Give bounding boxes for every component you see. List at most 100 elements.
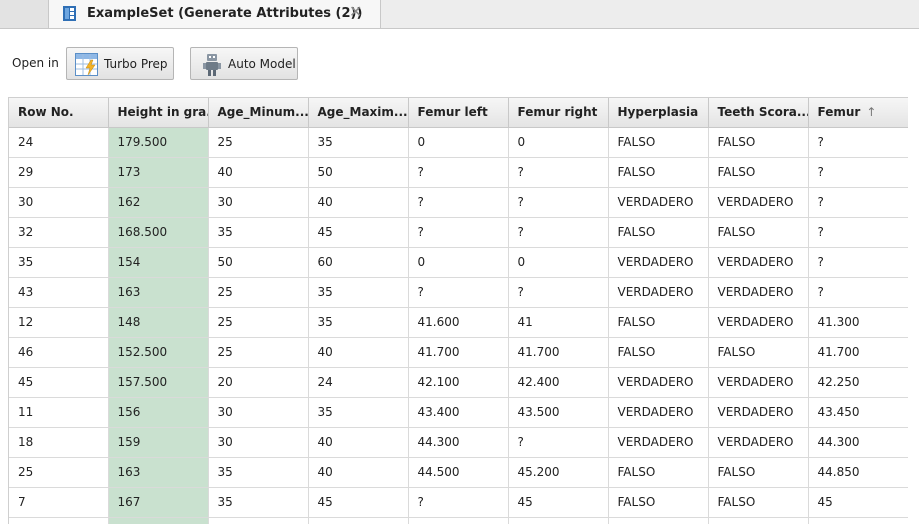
table-cell[interactable]: VERDADERO xyxy=(708,277,809,308)
table-cell[interactable]: 167 xyxy=(108,487,209,518)
table-cell[interactable]: 154 xyxy=(108,247,209,278)
table-cell[interactable]: 60 xyxy=(308,247,409,278)
table-cell[interactable]: 0 xyxy=(508,127,609,158)
column-header-femur-left[interactable]: Femur left xyxy=(408,98,509,128)
table-cell[interactable]: FALSO xyxy=(608,127,709,158)
table-cell[interactable]: 40 xyxy=(208,157,309,188)
table-cell[interactable]: 44.850 xyxy=(808,457,908,488)
table-cell[interactable]: 179.500 xyxy=(108,127,209,158)
table-cell[interactable]: VERDADERO xyxy=(708,397,809,428)
table-cell[interactable]: 0 xyxy=(408,127,509,158)
table-cell[interactable]: 18 xyxy=(9,427,109,458)
table-cell[interactable]: VERDADERO xyxy=(608,367,709,398)
table-cell[interactable]: ? xyxy=(808,157,908,188)
table-cell[interactable]: ? xyxy=(408,157,509,188)
table-cell[interactable]: VERDADERO xyxy=(708,427,809,458)
table-cell[interactable]: 159 xyxy=(108,427,209,458)
table-cell[interactable]: 30 xyxy=(208,427,309,458)
table-cell[interactable]: FALSO xyxy=(708,157,809,188)
table-cell[interactable]: 25 xyxy=(208,337,309,368)
table-row[interactable]: 46 152.500 25 40 41.700 41.700 FALSO FALSO 41.70… xyxy=(9,337,908,368)
table-cell[interactable]: 45 xyxy=(308,487,409,518)
table-cell[interactable]: VERDADERO xyxy=(708,367,809,398)
table-row[interactable]: 45 157.500 20 24 42.100 42.400 VERDADERO VERDAD… xyxy=(9,367,908,398)
table-cell[interactable]: 152.500 xyxy=(108,337,209,368)
table-cell[interactable]: 148 xyxy=(108,307,209,338)
table-cell[interactable]: 30 xyxy=(9,187,109,218)
table-cell[interactable]: VERDADERO xyxy=(608,277,709,308)
table-cell[interactable]: 35 xyxy=(308,127,409,158)
table-cell[interactable]: FALSO xyxy=(608,337,709,368)
table-row[interactable]: 43 163 25 35?? VERDADERO VERDADERO? xyxy=(9,277,908,308)
table-cell[interactable]: 35 xyxy=(9,247,109,278)
table-cell[interactable]: 35 xyxy=(208,457,309,488)
table-cell[interactable]: 40 xyxy=(308,427,409,458)
table-cell[interactable]: 41.700 xyxy=(808,337,908,368)
table-cell[interactable]: 41.700 xyxy=(408,337,509,368)
close-icon[interactable]: ✕ xyxy=(349,4,362,20)
table-row[interactable]: 12 148 25 35 41.600 41 FALSO VERDADERO 41.300 xyxy=(9,307,908,338)
table-row[interactable]: 11 156 30 35 43.400 43.500 VERDADERO VERDADERO 4… xyxy=(9,397,908,428)
table-cell[interactable]: 35 xyxy=(308,397,409,428)
table-cell[interactable]: 42.250 xyxy=(808,367,908,398)
table-cell[interactable]: 45.200 xyxy=(508,457,609,488)
table-row[interactable]: 32 168.500 35 45?? FALSO FALSO? xyxy=(9,217,908,248)
table-cell[interactable]: 41.300 xyxy=(808,307,908,338)
table-cell[interactable]: 42.400 xyxy=(508,367,609,398)
table-cell[interactable]: ? xyxy=(508,217,609,248)
table-cell[interactable]: 44.300 xyxy=(408,427,509,458)
table-cell[interactable]: 163 xyxy=(108,457,209,488)
tab-exampleset[interactable]: ExampleSet (Generate Attributes (2)) ✕ xyxy=(48,0,381,28)
table-cell[interactable]: FALSO xyxy=(608,457,709,488)
table-cell[interactable]: 35 xyxy=(208,217,309,248)
table-cell[interactable]: VERDADERO xyxy=(608,427,709,458)
table-cell[interactable]: FALSO xyxy=(708,127,809,158)
table-cell[interactable]: FALSO xyxy=(608,217,709,248)
table-cell[interactable]: FALSO xyxy=(608,157,709,188)
table-cell[interactable]: 11 xyxy=(9,397,109,428)
table-cell[interactable]: FALSO xyxy=(708,457,809,488)
table-cell[interactable]: ? xyxy=(508,427,609,458)
table-row[interactable]: 35 154 50 60 0 0 VERDADERO VERDADERO? xyxy=(9,247,908,278)
table-cell[interactable]: FALSO xyxy=(608,307,709,338)
table-cell[interactable]: VERDADERO xyxy=(608,397,709,428)
table-cell[interactable]: ? xyxy=(808,247,908,278)
sort-ascending-icon[interactable]: ↑ xyxy=(866,105,876,119)
table-cell[interactable]: ? xyxy=(808,277,908,308)
column-header-hyperplasia[interactable]: Hyperplasia xyxy=(608,98,709,128)
table-cell[interactable]: VERDADERO xyxy=(708,247,809,278)
auto-model-button[interactable]: Auto Model xyxy=(190,47,298,80)
table-cell[interactable]: 168.500 xyxy=(108,217,209,248)
column-header-femur[interactable]: Femur ↑ xyxy=(808,98,908,128)
table-cell[interactable]: 50 xyxy=(308,157,409,188)
table-cell[interactable]: 41.600 xyxy=(408,307,509,338)
table-cell[interactable]: 173 xyxy=(108,157,209,188)
turbo-prep-button[interactable]: Turbo Prep xyxy=(66,47,174,80)
table-cell[interactable]: 29 xyxy=(9,157,109,188)
table-cell[interactable]: ? xyxy=(408,277,509,308)
table-cell[interactable]: 0 xyxy=(408,247,509,278)
table-cell[interactable]: 35 xyxy=(308,307,409,338)
table-row[interactable]: 29 173 40 50?? FALSO FALSO? xyxy=(9,157,908,188)
table-cell[interactable]: 40 xyxy=(308,457,409,488)
table-cell[interactable]: ? xyxy=(408,187,509,218)
table-cell[interactable]: 35 xyxy=(308,277,409,308)
table-cell[interactable]: 30 xyxy=(208,187,309,218)
table-cell[interactable]: ? xyxy=(408,217,509,248)
table-cell[interactable]: 12 xyxy=(9,307,109,338)
table-cell[interactable]: 43.500 xyxy=(508,397,609,428)
table-cell[interactable]: 25 xyxy=(208,127,309,158)
column-header-femur-right[interactable]: Femur right xyxy=(508,98,609,128)
table-cell[interactable]: 163 xyxy=(108,277,209,308)
table-cell[interactable]: 43.450 xyxy=(808,397,908,428)
table-cell[interactable]: 157.500 xyxy=(108,367,209,398)
table-cell[interactable]: 0 xyxy=(508,247,609,278)
table-cell[interactable]: 35 xyxy=(208,487,309,518)
table-cell[interactable]: 41 xyxy=(508,307,609,338)
table-cell[interactable]: 25 xyxy=(9,457,109,488)
table-cell[interactable]: VERDADERO xyxy=(608,247,709,278)
table-cell[interactable]: 44.500 xyxy=(408,457,509,488)
table-cell[interactable]: 45 xyxy=(508,487,609,518)
table-cell[interactable]: ? xyxy=(508,187,609,218)
table-row[interactable]: 25 163 35 40 44.500 45.200 FALSO FALSO 44.850 xyxy=(9,457,908,488)
